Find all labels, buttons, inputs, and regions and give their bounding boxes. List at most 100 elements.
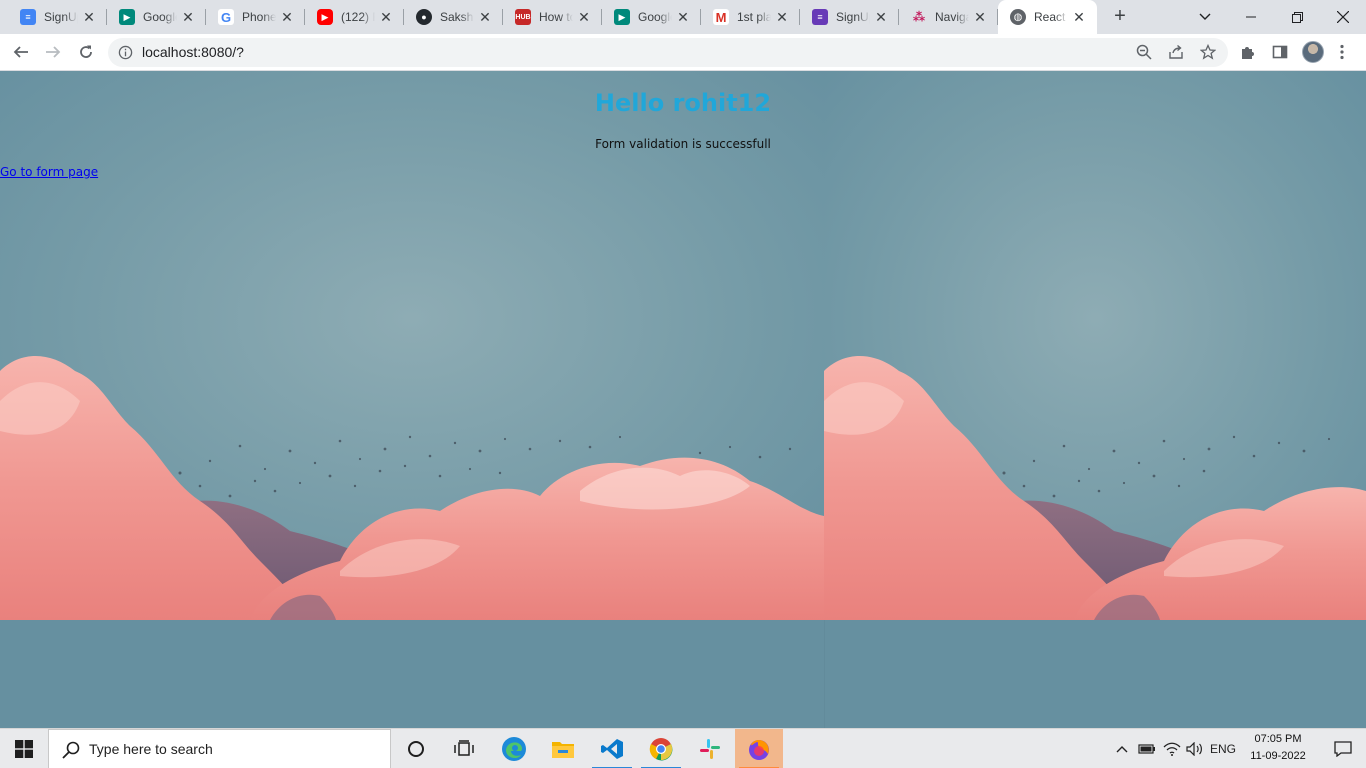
- notification-button[interactable]: [1320, 729, 1366, 768]
- youtube-icon: ▶: [317, 9, 333, 25]
- form-page-link[interactable]: Go to form page: [0, 165, 98, 179]
- file-explorer-icon: [552, 742, 574, 758]
- task-view-button[interactable]: [440, 729, 488, 768]
- minimize-icon: [1246, 16, 1256, 18]
- speaker-icon: [1186, 742, 1202, 756]
- chrome-icon: [649, 738, 673, 761]
- restore-button[interactable]: [1274, 0, 1320, 34]
- system-clock[interactable]: 07:05 PM 11-09-2022: [1240, 731, 1316, 765]
- background-image: [824, 71, 1366, 620]
- close-icon[interactable]: ✕: [279, 9, 295, 25]
- firefox-button[interactable]: [735, 729, 783, 768]
- star-icon: [1200, 44, 1216, 60]
- share-button[interactable]: [1164, 40, 1188, 64]
- browser-toolbar: localhost:8080/?: [0, 34, 1366, 71]
- tab-google-2[interactable]: ▶ Google ✕: [602, 0, 701, 34]
- tab-google-1[interactable]: ▶ Google ✕: [107, 0, 206, 34]
- url-text[interactable]: localhost:8080/?: [142, 38, 1042, 67]
- close-icon: [1337, 11, 1349, 23]
- page-viewport: Hello rohit12 Form validation is success…: [0, 71, 1366, 728]
- reload-button[interactable]: [74, 40, 98, 64]
- language-indicator[interactable]: ENG: [1208, 729, 1238, 768]
- close-icon[interactable]: ✕: [477, 9, 493, 25]
- bookmark-button[interactable]: [1196, 40, 1220, 64]
- tab-github[interactable]: ● Sakshi ✕: [404, 0, 503, 34]
- task-view-icon: [454, 740, 474, 756]
- file-explorer-button[interactable]: [539, 729, 587, 768]
- tab-signup-1[interactable]: ≡ SignUp ✕: [8, 0, 107, 34]
- forward-button[interactable]: [41, 40, 65, 64]
- tab-phone[interactable]: G Phone ✕: [206, 0, 305, 34]
- windows-taskbar: Type here to search ENG 07:05 PM 11-09-2…: [0, 728, 1366, 768]
- page-heading: Hello rohit12: [594, 89, 772, 117]
- windows-logo-icon: [15, 740, 33, 758]
- battery-icon: [1138, 744, 1155, 754]
- google-forms-icon: ≡: [20, 9, 36, 25]
- google-meet-icon: ▶: [614, 9, 630, 25]
- address-bar[interactable]: localhost:8080/?: [108, 38, 1228, 67]
- cortana-button[interactable]: [392, 729, 440, 768]
- chrome-button[interactable]: [637, 729, 685, 768]
- chevron-down-icon: [1199, 13, 1211, 20]
- tab-youtube[interactable]: ▶ (122) F ✕: [305, 0, 404, 34]
- tray-overflow-button[interactable]: [1112, 729, 1132, 768]
- puzzle-icon: [1242, 47, 1254, 59]
- zoom-out-icon: [1136, 44, 1152, 60]
- kebab-menu-icon: [1340, 44, 1344, 60]
- tab-how-to[interactable]: HUB How to ✕: [503, 0, 602, 34]
- side-panel-button[interactable]: [1268, 40, 1292, 64]
- slack-icon: [700, 739, 720, 759]
- vscode-button[interactable]: [588, 729, 636, 768]
- close-icon[interactable]: ✕: [81, 9, 97, 25]
- network-button[interactable]: [1160, 729, 1184, 768]
- close-icon[interactable]: ✕: [1071, 9, 1087, 25]
- profile-avatar[interactable]: [1302, 41, 1324, 63]
- close-icon[interactable]: ✕: [774, 9, 790, 25]
- start-button[interactable]: [0, 729, 48, 768]
- tab-search-button[interactable]: [1182, 0, 1228, 34]
- slack-button[interactable]: [686, 729, 734, 768]
- zoom-button[interactable]: [1132, 40, 1156, 64]
- taskbar-search[interactable]: Type here to search: [48, 729, 391, 768]
- close-window-button[interactable]: [1320, 0, 1366, 34]
- gmail-icon: M: [713, 9, 729, 25]
- clock-date: 11-09-2022: [1250, 750, 1306, 762]
- edge-icon: [502, 737, 526, 761]
- close-icon[interactable]: ✕: [576, 9, 592, 25]
- background-fill: [0, 620, 1366, 728]
- info-icon[interactable]: [118, 45, 133, 60]
- arrow-left-icon: [13, 46, 28, 58]
- close-icon[interactable]: ✕: [972, 9, 988, 25]
- menu-button[interactable]: [1330, 40, 1354, 64]
- close-icon[interactable]: ✕: [378, 9, 394, 25]
- tab-react[interactable]: ◍ React ✕: [998, 0, 1097, 34]
- tab-navigate[interactable]: ⁂ Naviga ✕: [899, 0, 998, 34]
- clock-time: 07:05 PM: [1254, 733, 1302, 745]
- close-icon[interactable]: ✕: [180, 9, 196, 25]
- tab-strip: ≡ SignUp ✕ ▶ Google ✕ G Phone ✕ ▶ (122) …: [0, 0, 1366, 34]
- arrow-right-icon: [46, 46, 61, 58]
- globe-icon: ◍: [1010, 9, 1026, 25]
- cortana-icon: [408, 741, 424, 757]
- extensions-button[interactable]: [1236, 40, 1260, 64]
- search-icon: [62, 741, 80, 759]
- back-button[interactable]: [9, 40, 33, 64]
- share-icon: [1169, 44, 1183, 59]
- hub-icon: HUB: [515, 9, 531, 25]
- tab-signup-2[interactable]: ≡ SignUp ✕: [800, 0, 899, 34]
- minimize-button[interactable]: [1228, 0, 1274, 34]
- new-tab-button[interactable]: +: [1108, 5, 1132, 29]
- volume-button[interactable]: [1184, 729, 1206, 768]
- close-icon[interactable]: ✕: [675, 9, 691, 25]
- edge-button[interactable]: [490, 729, 538, 768]
- google-forms-icon: ≡: [812, 9, 828, 25]
- search-placeholder[interactable]: Type here to search: [89, 730, 213, 768]
- wifi-icon: [1163, 742, 1181, 756]
- restore-icon: [1291, 11, 1303, 23]
- close-icon[interactable]: ✕: [873, 9, 889, 25]
- side-panel-icon: [1272, 45, 1288, 59]
- reload-icon: [80, 45, 92, 58]
- github-icon: ●: [416, 9, 432, 25]
- battery-button[interactable]: [1136, 729, 1158, 768]
- tab-gmail[interactable]: M 1st pla ✕: [701, 0, 800, 34]
